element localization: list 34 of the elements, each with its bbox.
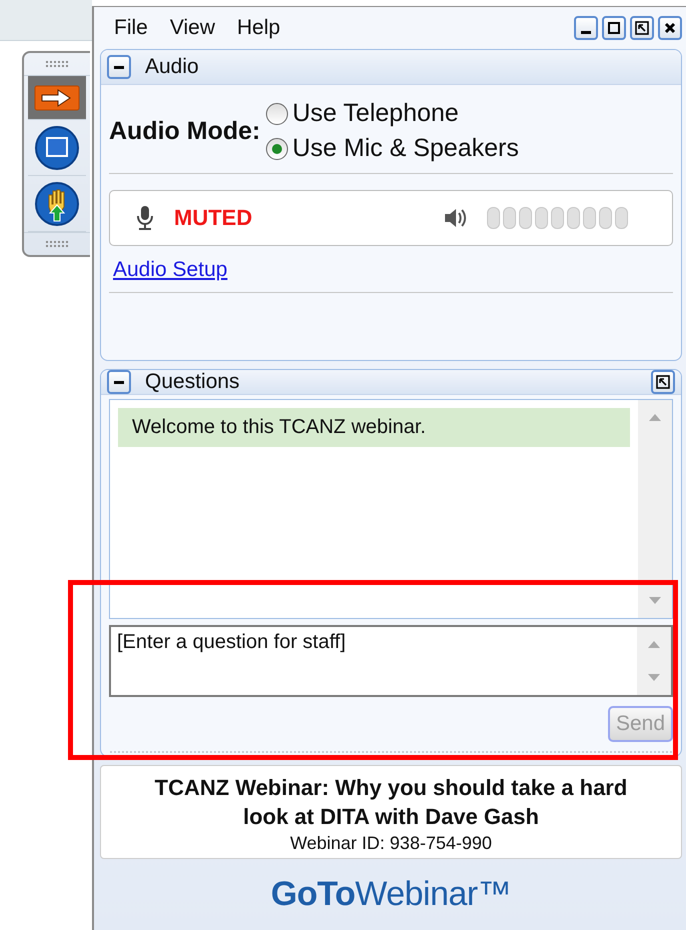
- collapse-button[interactable]: [107, 370, 131, 394]
- audio-setup-link[interactable]: Audio Setup: [113, 258, 228, 282]
- pop-out-icon: [656, 375, 670, 389]
- chat-message: Welcome to this TCANZ webinar.: [118, 408, 630, 447]
- speaker-icon: [443, 207, 467, 229]
- audio-mode-label: Audio Mode:: [109, 116, 260, 146]
- scrollbar[interactable]: [638, 400, 672, 618]
- close-button[interactable]: [658, 16, 682, 40]
- brand-logo: GoToWebinar™: [270, 875, 512, 914]
- restore-button[interactable]: [630, 16, 654, 40]
- panel-title: Audio: [145, 55, 199, 79]
- arrow-button[interactable]: [28, 76, 86, 120]
- pop-out-button[interactable]: [651, 370, 675, 394]
- radio-label[interactable]: Use Telephone: [292, 99, 459, 128]
- menu-item[interactable]: Help: [236, 16, 280, 40]
- menu-item[interactable]: View: [170, 16, 215, 40]
- close-icon: [663, 21, 677, 35]
- maximize-icon: [607, 21, 621, 35]
- restore-icon: [635, 21, 649, 35]
- menu-item[interactable]: File: [114, 16, 148, 40]
- minimize-icon: [581, 31, 591, 34]
- webinar-id: Webinar ID: 938-754-990: [289, 833, 493, 854]
- question-field[interactable]: [Enter a question for staff]: [109, 625, 673, 697]
- radio-button[interactable]: [266, 138, 288, 160]
- panel-title: Questions: [145, 370, 240, 394]
- maximize-button[interactable]: [602, 16, 626, 40]
- webinar-title: TCANZ Webinar: Why you should take a hard look at DITA with Dave Gash: [154, 774, 628, 831]
- microphone-icon: [136, 205, 154, 231]
- scrollbar[interactable]: [637, 627, 671, 695]
- muted-status: MUTED: [174, 205, 252, 231]
- radio-label[interactable]: Use Mic & Speakers: [292, 134, 519, 163]
- radio-button[interactable]: [266, 102, 288, 124]
- collapse-button[interactable]: [107, 55, 131, 79]
- minimize-button[interactable]: [574, 16, 598, 40]
